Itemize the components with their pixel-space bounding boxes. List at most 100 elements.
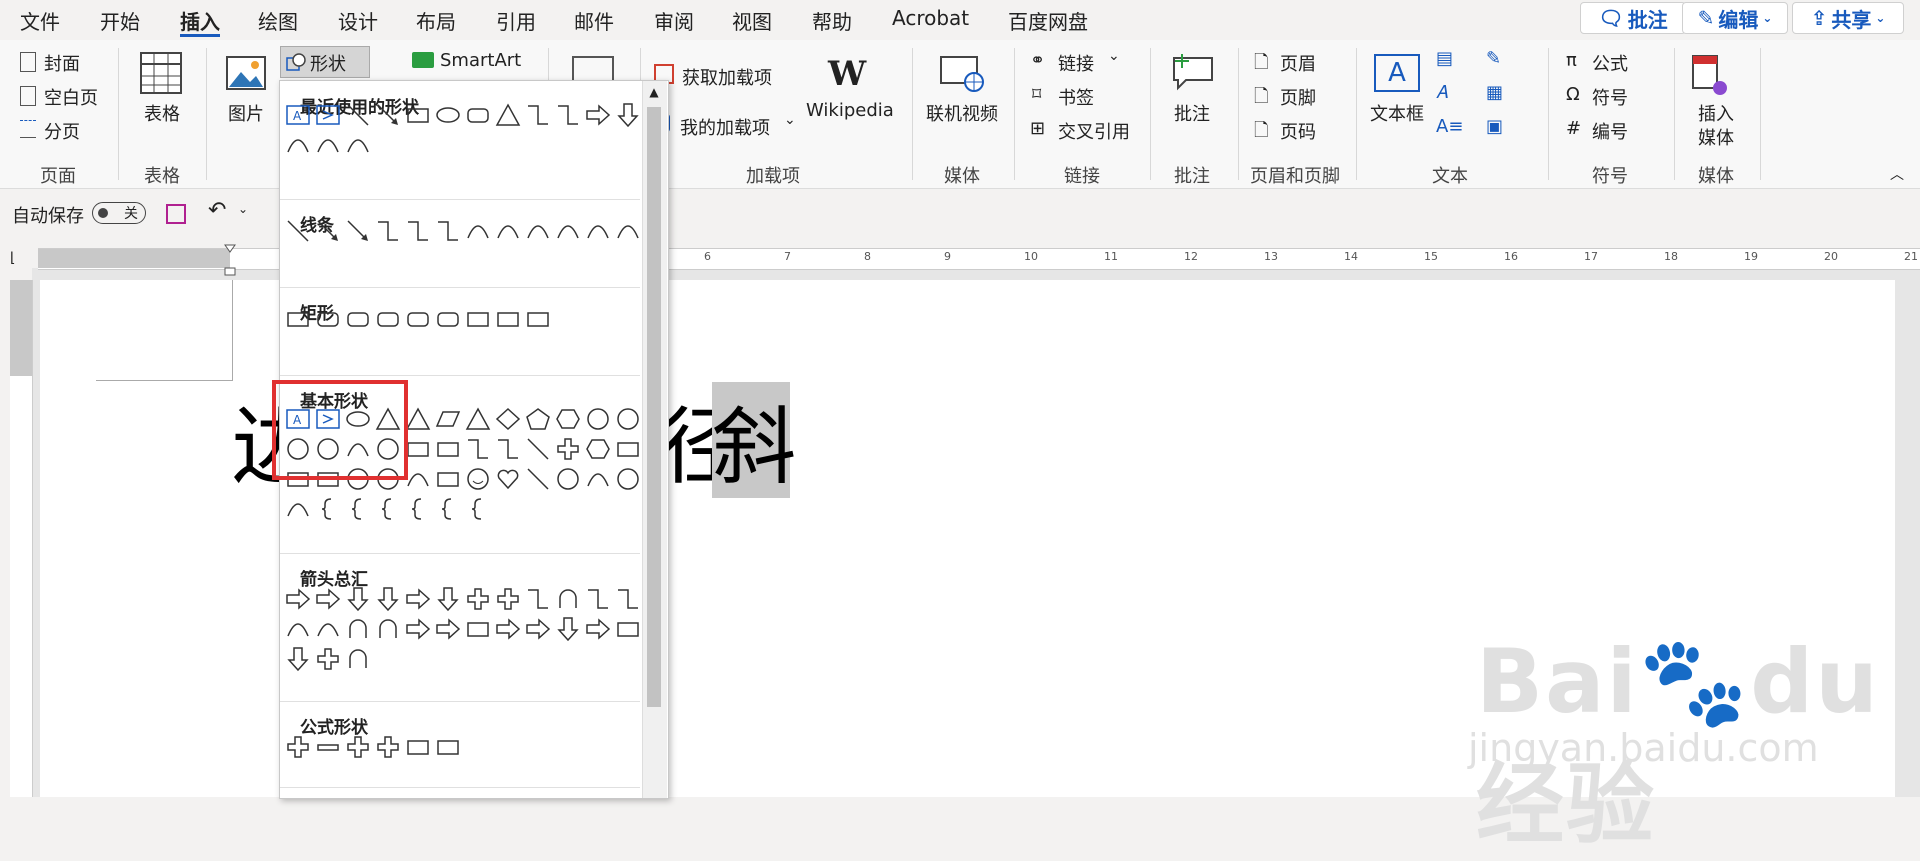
shape-rect[interactable]	[405, 102, 431, 128]
shape-curve[interactable]	[315, 616, 341, 642]
chevron-down-icon[interactable]: ⌄	[238, 202, 248, 216]
shape-rect[interactable]	[465, 616, 491, 642]
wikipedia-button[interactable]: Wikipedia	[806, 100, 894, 121]
shape-line[interactable]	[285, 218, 311, 244]
shape-rect[interactable]	[405, 436, 431, 462]
shape-rect[interactable]	[495, 306, 521, 332]
shape-line[interactable]	[525, 436, 551, 462]
textbox-button[interactable]: 文本框	[1370, 100, 1424, 126]
shape-rrect[interactable]	[405, 306, 431, 332]
indent-marker[interactable]	[224, 244, 236, 276]
shape-elbow[interactable]	[525, 586, 551, 612]
shape-curve[interactable]	[465, 218, 491, 244]
selected-text[interactable]: 斜	[712, 380, 796, 501]
shape-arrowline[interactable]	[345, 218, 371, 244]
shape-rect[interactable]	[435, 466, 461, 492]
shape-plus[interactable]	[285, 734, 311, 760]
shape-tri[interactable]	[465, 406, 491, 432]
shape-curve[interactable]	[525, 218, 551, 244]
shape-brace[interactable]	[465, 496, 491, 522]
tab-design[interactable]: 设计	[338, 6, 378, 35]
comments-button[interactable]: 🗨 批注	[1580, 2, 1686, 34]
shape-circle[interactable]	[615, 406, 641, 432]
shape-rect[interactable]	[435, 436, 461, 462]
tab-baidu-netdisk[interactable]: 百度网盘	[1008, 6, 1088, 35]
shape-darrow[interactable]	[615, 102, 641, 128]
tab-references[interactable]: 引用	[496, 6, 536, 35]
shape-curve[interactable]	[315, 132, 341, 158]
shape-hexa[interactable]	[555, 406, 581, 432]
shape-rect[interactable]	[285, 306, 311, 332]
shape-elbow[interactable]	[495, 436, 521, 462]
tab-review[interactable]: 审阅	[654, 6, 694, 35]
shape-curve[interactable]	[285, 132, 311, 158]
shape-diamond[interactable]	[495, 406, 521, 432]
shape-darrow[interactable]	[435, 586, 461, 612]
shape-curve[interactable]	[285, 496, 311, 522]
collapse-ribbon-icon[interactable]: ︿	[1890, 164, 1904, 184]
tab-insert[interactable]: 插入	[180, 6, 220, 35]
tab-acrobat[interactable]: Acrobat	[892, 6, 969, 30]
shape-minus[interactable]	[315, 734, 341, 760]
blank-page-button[interactable]: 空白页	[44, 84, 98, 110]
scroll-up-icon[interactable]: ▲	[647, 85, 661, 99]
shape-penta[interactable]	[525, 406, 551, 432]
shape-plus[interactable]	[375, 734, 401, 760]
shape-circle[interactable]	[615, 466, 641, 492]
footer-button[interactable]: 页脚	[1280, 84, 1316, 110]
shape-curve[interactable]	[285, 616, 311, 642]
insert-media-line2[interactable]: 媒体	[1698, 124, 1734, 150]
new-comment-button[interactable]: 批注	[1174, 100, 1210, 126]
date-time-icon[interactable]: ▦	[1486, 82, 1503, 103]
bookmark-button[interactable]: 书签	[1058, 84, 1094, 110]
save-icon[interactable]	[166, 204, 186, 224]
chevron-down-icon[interactable]: ⌄	[1108, 48, 1120, 64]
shape-rarrow[interactable]	[495, 616, 521, 642]
equation-button[interactable]: 公式	[1592, 50, 1628, 76]
shape-rrect[interactable]	[465, 102, 491, 128]
wordart-icon[interactable]: 𝐴	[1436, 82, 1448, 103]
shape-tri[interactable]	[495, 102, 521, 128]
get-addins-button[interactable]: 获取加载项	[682, 64, 772, 90]
shape-rect[interactable]	[405, 734, 431, 760]
shape-rect[interactable]	[435, 734, 461, 760]
tab-home[interactable]: 开始	[100, 6, 140, 35]
shape-elbow[interactable]	[465, 436, 491, 462]
tab-file[interactable]: 文件	[20, 6, 60, 35]
shape-darrow[interactable]	[555, 616, 581, 642]
shape-rarrow[interactable]	[435, 616, 461, 642]
shape-rarrow[interactable]	[585, 616, 611, 642]
shape-tri[interactable]	[405, 406, 431, 432]
my-addins-button[interactable]: 我的加载项	[680, 114, 770, 140]
tab-help[interactable]: 帮助	[812, 6, 852, 35]
shape-rrect[interactable]	[375, 306, 401, 332]
chevron-down-icon[interactable]: ⌄	[784, 112, 796, 128]
shape-curve[interactable]	[585, 218, 611, 244]
shape-curve[interactable]	[345, 132, 371, 158]
shape-elbow[interactable]	[615, 586, 641, 612]
shape-arrowline[interactable]	[375, 102, 401, 128]
cover-page-button[interactable]: 封面	[44, 50, 80, 76]
shape-heart[interactable]	[495, 466, 521, 492]
shape-curve[interactable]	[555, 218, 581, 244]
shape-brace[interactable]	[375, 496, 401, 522]
shape-line[interactable]	[345, 102, 371, 128]
shape-elbow[interactable]	[585, 586, 611, 612]
shape-elbow[interactable]	[435, 218, 461, 244]
shape-curve[interactable]	[615, 218, 641, 244]
shape-para[interactable]	[435, 406, 461, 432]
shape-arrowline[interactable]	[315, 218, 341, 244]
shape-rect[interactable]	[615, 616, 641, 642]
shape-rect[interactable]	[465, 306, 491, 332]
shape-curve[interactable]	[585, 466, 611, 492]
shape-elbow[interactable]	[555, 102, 581, 128]
shape-elbow[interactable]	[405, 218, 431, 244]
cross-reference-button[interactable]: 交叉引用	[1058, 118, 1130, 144]
shape-rarrow[interactable]	[585, 102, 611, 128]
shape-hexa[interactable]	[585, 436, 611, 462]
shape-plus[interactable]	[555, 436, 581, 462]
table-button[interactable]: 表格	[144, 100, 180, 126]
editing-mode-button[interactable]: ✎ 编辑 ⌄	[1682, 2, 1788, 34]
shape-curve[interactable]	[495, 218, 521, 244]
shape-rrect[interactable]	[345, 306, 371, 332]
